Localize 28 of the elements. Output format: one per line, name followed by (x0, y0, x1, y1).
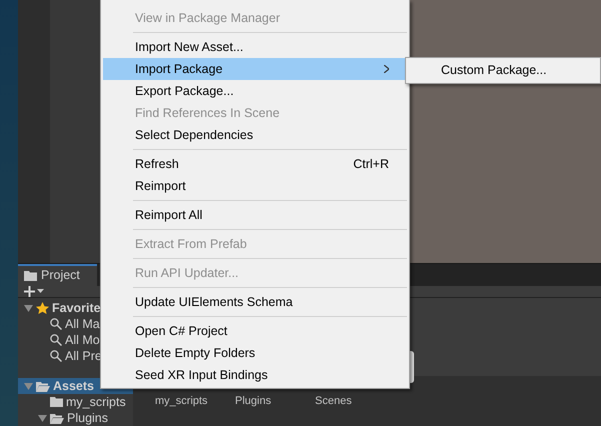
caret-icon[interactable] (37, 289, 44, 294)
menu-item[interactable]: Reimport (103, 175, 407, 197)
shortcut-label: Ctrl+R (353, 156, 389, 173)
expanded-arrow-icon[interactable] (38, 414, 47, 422)
search-icon (50, 350, 62, 362)
star-icon (36, 302, 49, 314)
folder-icon (50, 397, 63, 407)
menu-item[interactable]: Import New Asset... (103, 36, 407, 58)
menu-item[interactable]: Refresh Ctrl+R (103, 153, 407, 175)
menu-item[interactable]: Export Package... (103, 80, 407, 102)
project-tab[interactable]: Project (18, 264, 97, 286)
expanded-arrow-icon[interactable] (24, 382, 33, 390)
menu-item[interactable]: Reimport All (103, 204, 407, 226)
menu-item[interactable]: Select Dependencies (103, 124, 407, 146)
search-icon (50, 318, 62, 330)
search-icon (50, 334, 62, 346)
tree-item[interactable]: my_scripts (18, 394, 133, 410)
asset-label[interactable]: Plugins (235, 393, 315, 426)
add-icon[interactable] (24, 286, 35, 297)
expanded-arrow-icon[interactable] (24, 304, 33, 312)
tree-item[interactable]: Plugins (18, 410, 133, 426)
open-folder-icon (36, 380, 50, 392)
open-folder-icon (50, 412, 64, 424)
menu-item[interactable]: Import Package (103, 58, 407, 80)
asset-label[interactable]: Scenes (315, 393, 395, 426)
menu-item[interactable]: Custom Package... (408, 60, 598, 81)
asset-label[interactable]: my_scripts (155, 393, 235, 426)
folder-icon (24, 270, 37, 281)
